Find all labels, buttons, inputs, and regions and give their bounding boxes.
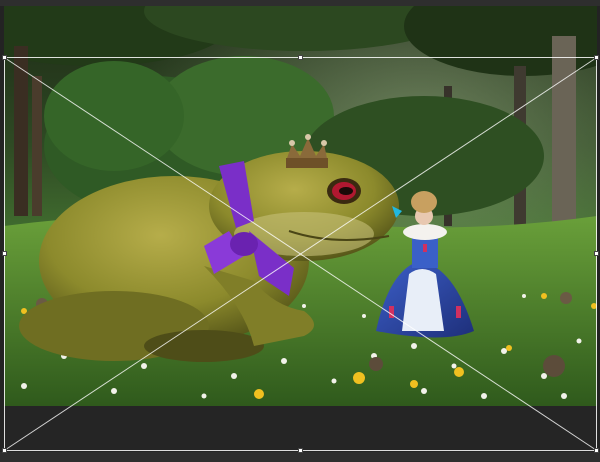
crop-handle-bottom-right[interactable] xyxy=(594,448,599,453)
crop-frame[interactable] xyxy=(4,57,597,451)
crop-overlay xyxy=(0,0,600,462)
crop-handle-top-right[interactable] xyxy=(594,55,599,60)
crop-handle-top-center[interactable] xyxy=(298,55,303,60)
crop-handle-middle-left[interactable] xyxy=(2,251,7,256)
crop-handle-bottom-left[interactable] xyxy=(2,448,7,453)
crop-handle-top-left[interactable] xyxy=(2,55,7,60)
crop-handle-middle-right[interactable] xyxy=(594,251,599,256)
crop-handle-bottom-center[interactable] xyxy=(298,448,303,453)
workspace-bottom-edge xyxy=(0,452,600,462)
canvas-workspace[interactable] xyxy=(0,0,600,462)
